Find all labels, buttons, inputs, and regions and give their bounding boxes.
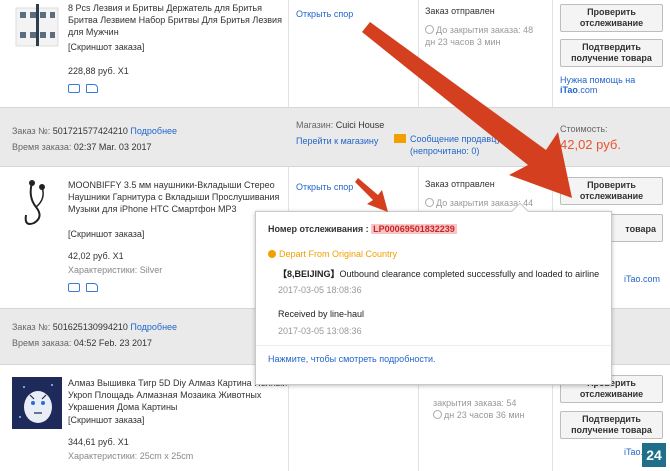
- shop-label: Магазин:: [296, 120, 334, 130]
- envelope-icon: [394, 134, 406, 143]
- open-dispute-link[interactable]: Открыть спор: [296, 182, 353, 192]
- help-link[interactable]: iTao.com: [624, 274, 660, 284]
- order-timer: До закрытия заказа: 48 дн 23 часов 3 мин: [425, 25, 534, 47]
- clock-icon: [433, 410, 442, 419]
- product-price: 228,88 руб. X1: [68, 66, 129, 76]
- watermark-badge: 24: [642, 443, 666, 467]
- order-status: Заказ отправлен: [425, 6, 495, 16]
- confirm-receipt-button[interactable]: Подтвердить получение товара: [560, 39, 663, 67]
- check-tracking-button[interactable]: Проверить отслеживание: [560, 177, 663, 205]
- product-thumbnail-tiger[interactable]: [12, 377, 62, 429]
- open-dispute-link[interactable]: Открыть спор: [296, 9, 353, 19]
- tracking-number-label: Номер отслеживания :: [268, 224, 369, 234]
- cost-label: Стоимость:: [560, 124, 608, 134]
- product-icons: [68, 84, 98, 93]
- message-seller-link[interactable]: Сообщение продавцу: [410, 134, 501, 144]
- snapshot-icon[interactable]: [68, 84, 80, 93]
- order-row-1: 8 Pcs Лезвия и Бритвы Держатель для Брит…: [0, 0, 670, 107]
- product-thumbnail-earphones[interactable]: [12, 177, 62, 229]
- order-time: 02:37 Mar. 03 2017: [73, 142, 152, 152]
- event1-location: 【8,BEIJING】: [278, 269, 340, 279]
- product-price: 344,61 руб. X1: [68, 437, 129, 447]
- order-details-link[interactable]: Подробнее: [130, 126, 177, 136]
- order-time: 04:52 Feb. 23 2017: [73, 338, 152, 348]
- product-characteristics: Характеристики: 25cm x 25cm: [68, 451, 194, 461]
- product-price: 42,02 руб. X1: [68, 251, 124, 261]
- cost-value: 42,02 руб.: [560, 137, 621, 152]
- clock-icon: [425, 198, 434, 207]
- order-screenshot-link[interactable]: [Скриншот заказа]: [68, 229, 144, 239]
- check-tracking-button[interactable]: Проверить отслеживание: [560, 4, 663, 32]
- order-screenshot-link[interactable]: [Скриншот заказа]: [68, 415, 144, 425]
- order-timer: закрытия заказа: 54 дн 23 часов 36 мин: [433, 398, 525, 420]
- order-status: Заказ отправлен: [425, 179, 495, 189]
- delivery-icon[interactable]: [86, 283, 98, 292]
- clock-icon: [425, 25, 434, 34]
- go-to-shop-link[interactable]: Перейти к магазину: [296, 136, 378, 146]
- order-number: 501625130994210: [52, 322, 128, 332]
- order-number: 501721577424210: [52, 126, 128, 136]
- event2-text: Received by line-haul: [278, 309, 365, 319]
- order-time-label: Время заказа:: [12, 142, 72, 152]
- product-thumbnail-razor[interactable]: [12, 2, 62, 54]
- event1-time: 2017-03-05 18:08:36: [278, 285, 362, 295]
- confirm-receipt-button[interactable]: Подтвердить получение товара: [560, 411, 663, 439]
- order-number-label: Заказ №:: [12, 322, 51, 332]
- order-screenshot-link[interactable]: [Скриншот заказа]: [68, 42, 144, 52]
- order-header-2: Заказ №: 501721577424210 Подробнее Время…: [0, 107, 670, 167]
- order-time-label: Время заказа:: [12, 338, 72, 348]
- tracking-number: LP00069501832239: [371, 224, 457, 234]
- order-timer: До закрытия заказа: 44: [425, 197, 550, 209]
- delivery-icon[interactable]: [86, 84, 98, 93]
- tracking-details-link[interactable]: Нажмите, чтобы смотреть подробности.: [268, 354, 435, 364]
- event2-time: 2017-03-05 13:08:36: [278, 326, 362, 336]
- product-characteristics: Характеристики: Silver: [68, 265, 163, 275]
- product-icons: [68, 283, 98, 292]
- event1-text: Outbound clearance completed successfull…: [339, 269, 600, 279]
- order-number-label: Заказ №:: [12, 126, 51, 136]
- product-title-link[interactable]: MOONBIFFY 3.5 мм наушники-Вкладыши Стере…: [68, 179, 288, 215]
- product-title-link[interactable]: 8 Pcs Лезвия и Бритвы Держатель для Брит…: [68, 2, 288, 38]
- status-dot-icon: [268, 250, 276, 258]
- shop-name: Cuici House: [335, 120, 385, 130]
- snapshot-icon[interactable]: [68, 283, 80, 292]
- help-link[interactable]: Нужна помощь на iTao.com: [560, 75, 670, 95]
- tracking-popup: Номер отслеживания : LP00069501832239 De…: [255, 202, 612, 385]
- unread-count[interactable]: (непрочитано: 0): [410, 146, 479, 156]
- order-details-link[interactable]: Подробнее: [130, 322, 177, 332]
- tracking-status-title: Depart From Original Country: [279, 249, 398, 259]
